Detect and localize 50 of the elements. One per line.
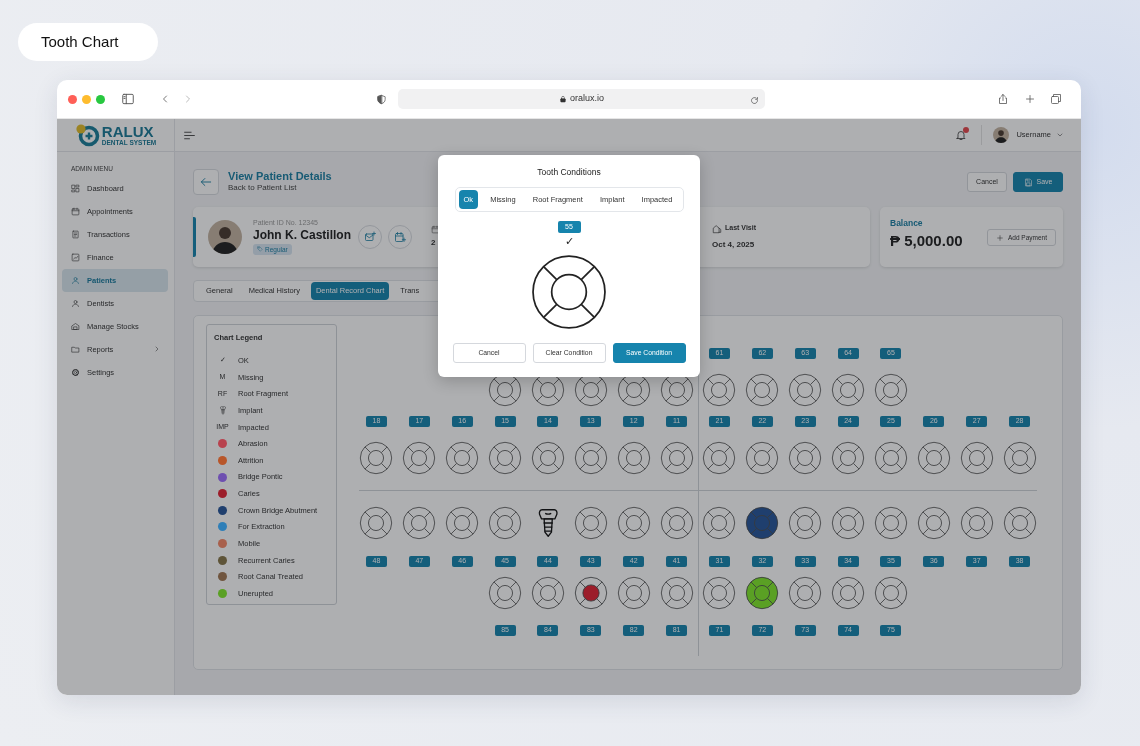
user-icon [71, 275, 80, 285]
email-button[interactable] [358, 225, 382, 249]
share-icon[interactable] [997, 93, 1009, 105]
page-title: View Patient Details [228, 169, 332, 183]
chart-icon [71, 252, 80, 262]
save-icon [1023, 177, 1033, 187]
arrow-left-icon [199, 175, 213, 189]
logo-wordmark: RALUX [101, 123, 155, 139]
last-visit-date: Oct 4, 2025 [712, 238, 756, 251]
chevron-right-icon [153, 345, 161, 354]
tooth-diagram[interactable] [530, 252, 608, 331]
plus-icon [995, 233, 1004, 242]
page-label: Tooth Chart [18, 23, 158, 61]
grid-icon [71, 183, 80, 193]
bell-icon[interactable] [955, 129, 968, 141]
document-icon [71, 229, 80, 239]
caret-icon[interactable] [1056, 131, 1064, 139]
url-text: oralux.io [570, 92, 604, 106]
calendar-plus-icon [394, 231, 406, 243]
modal-title: Tooth Conditions [537, 166, 601, 179]
balance-label: Balance [890, 217, 924, 230]
close-window-button[interactable] [68, 94, 77, 104]
info-value: 2 [431, 237, 437, 249]
balance-amount: ₱ 5,000.00 [890, 230, 963, 251]
new-tab-icon[interactable] [1024, 93, 1036, 105]
tag-icon [257, 246, 263, 253]
zoom-window-button[interactable] [96, 94, 105, 104]
mail-plus-icon [364, 231, 376, 243]
warehouse-icon [71, 321, 80, 331]
sidebar-toggle-icon[interactable] [121, 92, 135, 106]
back-link[interactable]: Back to Patient List [228, 182, 332, 195]
logo-icon [74, 123, 101, 147]
calendar-icon [71, 206, 80, 216]
user-icon [71, 298, 80, 308]
tabs-icon[interactable] [1050, 93, 1062, 105]
user-avatar [993, 127, 1010, 143]
folder-icon [71, 344, 80, 354]
implant-icon [537, 506, 559, 540]
address-bar[interactable]: oralux.io [398, 89, 765, 109]
implant-icon [219, 406, 226, 415]
settings-icon [71, 367, 80, 377]
user-avatar [208, 220, 242, 254]
schedule-button[interactable] [388, 225, 412, 249]
house-icon [712, 223, 722, 234]
calendar-icon [431, 225, 440, 234]
status-symbol: ✓ [564, 235, 574, 247]
reload-icon[interactable] [750, 96, 759, 106]
patient-name: John K. Castillon [253, 228, 352, 244]
shield-icon[interactable] [376, 93, 387, 105]
lock-icon [559, 95, 567, 103]
